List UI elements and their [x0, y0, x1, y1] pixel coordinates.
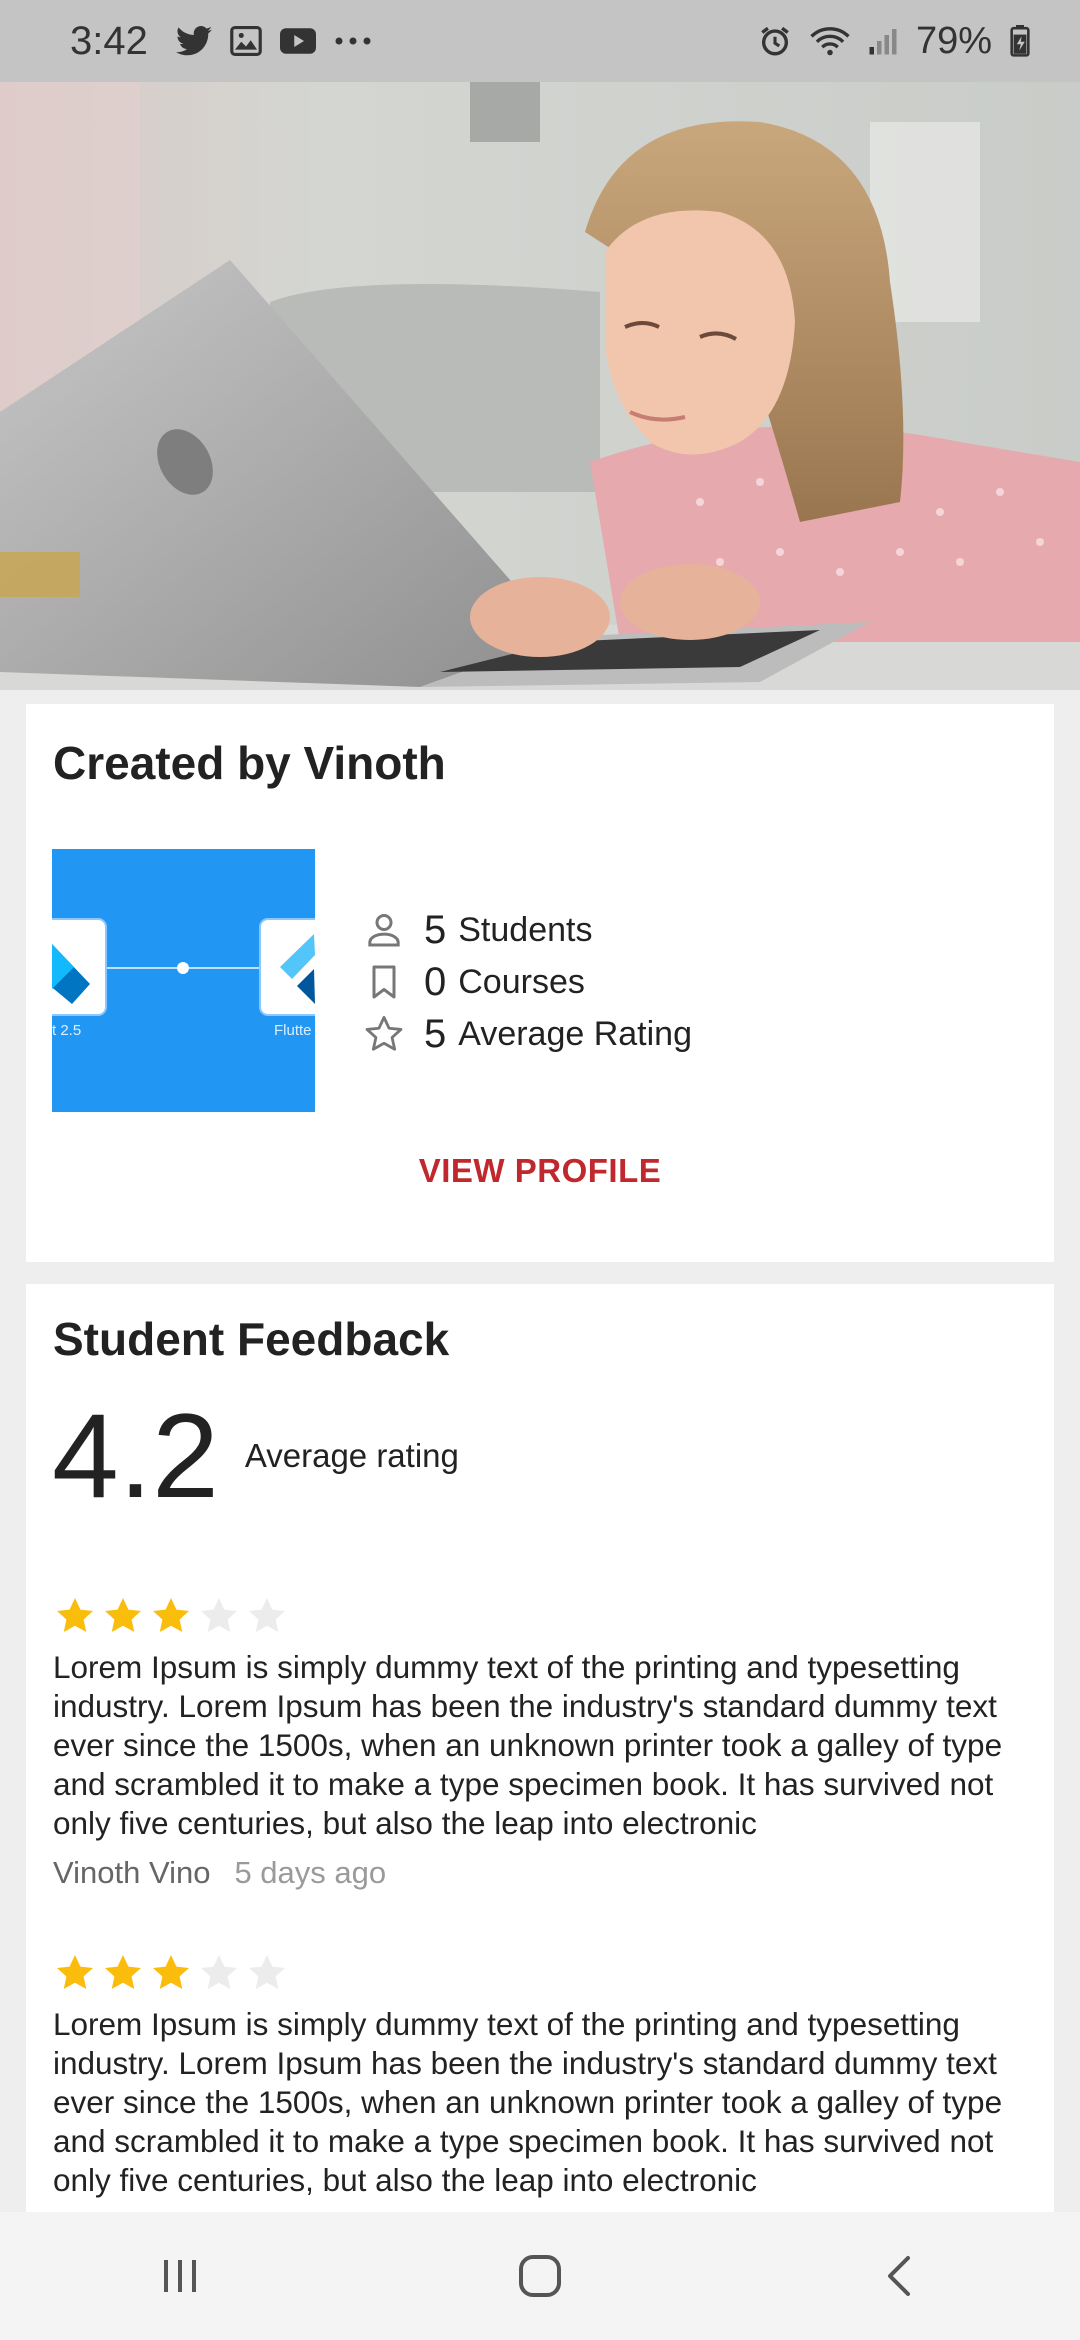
thumbnail-right-caption: Flutte: [274, 1022, 312, 1039]
review-stars: [53, 1594, 1033, 1638]
status-bar: 3:42 79%: [0, 0, 1080, 82]
back-button[interactable]: [840, 2236, 960, 2316]
star-filled-icon: [149, 1951, 193, 1995]
star-filled-icon: [53, 1594, 97, 1638]
star-filled-icon: [101, 1951, 145, 1995]
gallery-icon: [230, 26, 262, 56]
review-item: Lorem Ipsum is simply dummy text of the …: [53, 1951, 1033, 2200]
star-empty-icon: [197, 1951, 241, 1995]
review-text: Lorem Ipsum is simply dummy text of the …: [53, 1649, 1003, 1841]
recents-button[interactable]: [120, 2236, 240, 2316]
review-text: Lorem Ipsum is simply dummy text of the …: [53, 2006, 1003, 2198]
review-stars: [53, 1951, 1033, 1995]
status-time: 3:42: [70, 18, 148, 63]
average-rating-label: Average rating: [244, 1437, 459, 1474]
wifi-icon: [810, 25, 850, 57]
battery-percent: 79%: [915, 19, 992, 62]
star-empty-icon: [197, 1594, 241, 1638]
youtube-icon: [279, 27, 316, 55]
review-item: Lorem Ipsum is simply dummy text of the …: [53, 1594, 1033, 1891]
view-profile-button[interactable]: VIEW PROFILE: [26, 1152, 1054, 1190]
more-icon: [334, 36, 372, 46]
stat-courses-value: 0: [424, 959, 447, 1004]
creator-stats: 5 Students 0 Courses 5 Average Rating: [362, 904, 962, 1060]
stat-rating: 5 Average Rating: [362, 1008, 962, 1060]
stat-students-value: 5: [424, 907, 447, 952]
system-nav-bar: [0, 2212, 1080, 2340]
average-rating-value: 4.2: [52, 1389, 219, 1523]
status-bar-left: 3:42: [70, 19, 372, 64]
star-outline-icon: [362, 1012, 406, 1056]
feedback-card: Student Feedback 4.2 Average rating Lore…: [26, 1284, 1054, 2224]
stat-rating-value: 5: [424, 1011, 447, 1056]
creator-card: Created by Vinoth t 2.5 Flutte 5 Student…: [26, 704, 1054, 1262]
person-icon: [362, 908, 406, 952]
course-hero-image: [0, 82, 1080, 690]
bookmark-icon: [362, 960, 406, 1004]
recents-icon: [164, 2260, 196, 2292]
review-meta: Vinoth Vino 5 days ago: [53, 1855, 1033, 1891]
stat-courses-label: Courses: [458, 962, 585, 1001]
home-icon: [519, 2255, 561, 2297]
star-filled-icon: [101, 1594, 145, 1638]
creator-title: Created by Vinoth: [53, 737, 446, 789]
feedback-title: Student Feedback: [53, 1313, 450, 1365]
star-empty-icon: [245, 1951, 289, 1995]
status-bar-right: 79%: [758, 20, 1030, 63]
stat-courses: 0 Courses: [362, 956, 962, 1008]
course-thumbnail[interactable]: t 2.5 Flutte: [52, 849, 315, 1112]
review-author: Vinoth Vino: [53, 1855, 211, 1890]
signal-icon: [868, 26, 898, 56]
star-filled-icon: [149, 1594, 193, 1638]
star-empty-icon: [245, 1594, 289, 1638]
review-time: 5 days ago: [234, 1855, 387, 1890]
thumbnail-left-caption: t 2.5: [52, 1022, 82, 1039]
alarm-icon: [758, 24, 792, 58]
home-button[interactable]: [480, 2236, 600, 2316]
stat-students-label: Students: [458, 910, 593, 949]
stat-rating-label: Average Rating: [458, 1014, 692, 1053]
back-icon: [888, 2256, 910, 2296]
star-filled-icon: [53, 1951, 97, 1995]
twitter-icon: [175, 26, 212, 56]
battery-icon: [1010, 25, 1030, 57]
average-rating: 4.2 Average rating: [52, 1396, 459, 1516]
stat-students: 5 Students: [362, 904, 962, 956]
